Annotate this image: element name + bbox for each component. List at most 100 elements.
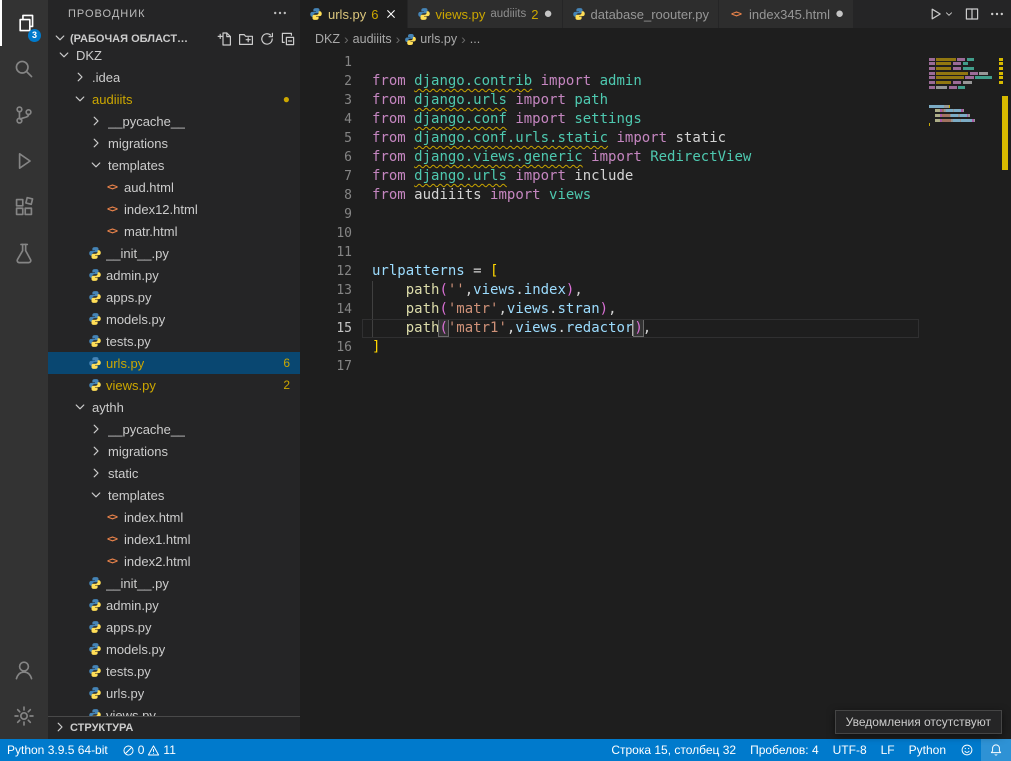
breadcrumb-separator-icon: ›: [396, 31, 401, 47]
chevron-right-icon: [52, 719, 68, 735]
tree-item-aythh[interactable]: aythh: [48, 396, 300, 418]
file-name: aythh: [92, 400, 124, 415]
modified-dot-icon: ●: [543, 10, 552, 18]
chevron-right-icon: [52, 719, 68, 738]
tree-item-tests-py[interactable]: tests.py: [48, 330, 300, 352]
tree-item-aud-html[interactable]: <>aud.html: [48, 176, 300, 198]
refresh-icon[interactable]: [259, 31, 275, 47]
run-python-file-button[interactable]: [927, 6, 955, 22]
eol-status[interactable]: LF: [874, 739, 902, 761]
python-file-icon: [88, 576, 102, 590]
code-content[interactable]: 12from django.contrib import admin3from …: [300, 50, 1011, 376]
tab-urls-py[interactable]: urls.py6: [300, 0, 408, 28]
workspace-section-header[interactable]: (РАБОЧАЯ ОБЛАСТЬ) ...: [48, 28, 300, 50]
outline-section-header[interactable]: СТРУКТУРА: [48, 716, 300, 739]
tree-item-audiiits[interactable]: audiiits●: [48, 88, 300, 110]
problems-status[interactable]: 0 11: [115, 739, 183, 761]
activity-testing[interactable]: [0, 230, 48, 276]
tree-item-templates[interactable]: templates: [48, 154, 300, 176]
tree-item-index2-html[interactable]: <>index2.html: [48, 550, 300, 572]
breadcrumb-item[interactable]: ...: [470, 32, 480, 46]
activity-settings[interactable]: [0, 693, 48, 739]
close-icon[interactable]: [384, 7, 398, 21]
minimap-line: [929, 109, 997, 112]
line-content: ]: [372, 338, 380, 357]
tree-item-index-html[interactable]: <>index.html: [48, 506, 300, 528]
tree-item-templates[interactable]: templates: [48, 484, 300, 506]
minimap-line: [929, 119, 997, 122]
tree-item-index12-html[interactable]: <>index12.html: [48, 198, 300, 220]
indentation-label: Пробелов: 4: [750, 743, 819, 757]
file-name: models.py: [106, 312, 165, 327]
file-name: __pycache__: [108, 114, 185, 129]
feedback-button[interactable]: [953, 739, 981, 761]
tree-item-urls-py[interactable]: urls.py6: [48, 352, 300, 374]
minimap-line: [929, 72, 997, 75]
activity-explorer[interactable]: 3: [0, 0, 48, 46]
language-mode-status[interactable]: Python: [902, 739, 953, 761]
tree-item-index1-html[interactable]: <>index1.html: [48, 528, 300, 550]
python-file-icon: [88, 356, 102, 370]
chevron-right-icon: [88, 113, 104, 129]
breadcrumb-label: ...: [470, 32, 480, 46]
tree-item-models-py[interactable]: models.py: [48, 638, 300, 660]
split-editor-icon[interactable]: [964, 6, 980, 22]
tree-item-views-py[interactable]: views.py2: [48, 374, 300, 396]
more-actions-icon[interactable]: [272, 5, 288, 21]
tree-item-pycache[interactable]: __pycache__: [48, 418, 300, 440]
tree-item-idea[interactable]: .idea: [48, 66, 300, 88]
minimap-line: [929, 62, 997, 65]
minimap[interactable]: [929, 53, 997, 133]
tree-item-static[interactable]: static: [48, 462, 300, 484]
tree-item-matr-html[interactable]: <>matr.html: [48, 220, 300, 242]
tree-item-pycache[interactable]: __pycache__: [48, 110, 300, 132]
new-folder-icon[interactable]: [238, 31, 254, 47]
tree-item-apps-py[interactable]: apps.py: [48, 616, 300, 638]
more-actions-icon[interactable]: [989, 6, 1005, 22]
code-line-15: 15 path('matr1',views.redactor),: [300, 319, 1011, 338]
tab-database-roouter-py[interactable]: database_roouter.py: [563, 0, 720, 28]
notifications-bell-button[interactable]: [981, 739, 1011, 761]
tree-item-migrations[interactable]: migrations: [48, 132, 300, 154]
tree-item-tests-py[interactable]: tests.py: [48, 660, 300, 682]
code-editor[interactable]: 12from django.contrib import admin3from …: [300, 50, 1011, 739]
activity-bar: 3: [0, 0, 48, 739]
breadcrumb-separator-icon: ›: [344, 31, 349, 47]
breadcrumb-audiiits[interactable]: audiiits: [353, 32, 392, 46]
workspace-label: (РАБОЧАЯ ОБЛАСТЬ) ...: [70, 33, 190, 45]
file-name: views.py: [106, 378, 156, 393]
cursor-position-status[interactable]: Строка 15, столбец 32: [604, 739, 743, 761]
tree-item-init-py[interactable]: __init__.py: [48, 572, 300, 594]
chevron-down-icon[interactable]: [943, 8, 955, 20]
tree-item-migrations[interactable]: migrations: [48, 440, 300, 462]
minimap-line: [929, 76, 997, 79]
encoding-status[interactable]: UTF-8: [826, 739, 874, 761]
line-number: 1: [300, 53, 352, 72]
tree-item-apps-py[interactable]: apps.py: [48, 286, 300, 308]
indentation-status[interactable]: Пробелов: 4: [743, 739, 826, 761]
new-file-icon[interactable]: [217, 31, 233, 47]
tree-item-init-py[interactable]: __init__.py: [48, 242, 300, 264]
breadcrumb-dkz[interactable]: DKZ: [315, 32, 340, 46]
line-content: from django.urls import include: [372, 167, 633, 186]
activity-extensions[interactable]: [0, 184, 48, 230]
tab-views-py[interactable]: views.pyaudiiits2●: [408, 0, 563, 28]
line-number: 15: [300, 319, 352, 338]
activity-run-debug[interactable]: [0, 138, 48, 184]
views-and-more-actions-icon[interactable]: [272, 5, 288, 24]
tab-index345-html[interactable]: <>index345.html●: [719, 0, 854, 28]
tree-item-models-py[interactable]: models.py: [48, 308, 300, 330]
python-interpreter[interactable]: Python 3.9.5 64-bit: [0, 739, 115, 761]
breadcrumb-urls-py[interactable]: urls.py: [404, 32, 457, 46]
tree-item-urls-py[interactable]: urls.py: [48, 682, 300, 704]
activity-account[interactable]: [0, 647, 48, 693]
activity-source-control[interactable]: [0, 92, 48, 138]
tree-item-admin-py[interactable]: admin.py: [48, 264, 300, 286]
encoding-label: UTF-8: [833, 743, 867, 757]
scrollbar[interactable]: [999, 50, 1011, 739]
collapse-all-icon[interactable]: [280, 31, 296, 47]
tree-item-admin-py[interactable]: admin.py: [48, 594, 300, 616]
file-name: static: [108, 466, 138, 481]
activity-search[interactable]: [0, 46, 48, 92]
breadcrumb-label: urls.py: [420, 32, 457, 46]
